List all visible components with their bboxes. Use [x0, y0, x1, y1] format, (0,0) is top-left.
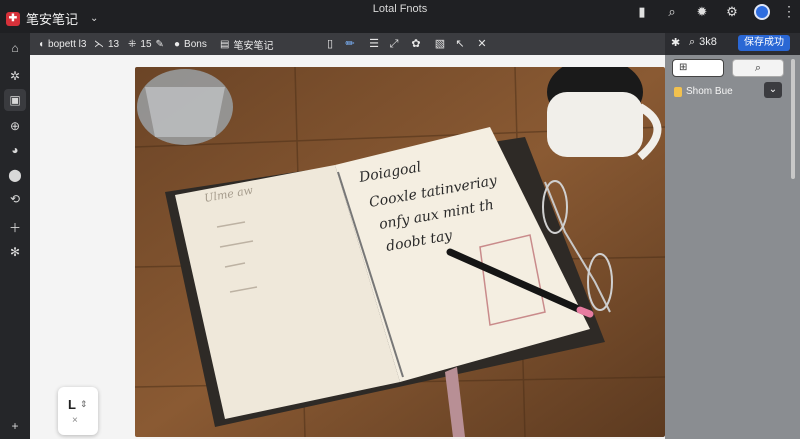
more-menu-icon[interactable]: ⋮: [782, 3, 796, 20]
note-canvas: Doiagoal Cooxle tatinveriay onfy aux min…: [30, 55, 665, 439]
pin-icon[interactable]: ▮: [634, 4, 650, 20]
notebook-icon: ◖: [38, 38, 45, 50]
floating-card-label: L: [68, 397, 76, 412]
avatar[interactable]: [754, 4, 770, 20]
tab-edits[interactable]: ⁜ 15 ✎: [128, 36, 164, 52]
cursor-icon[interactable]: ↖: [452, 36, 468, 52]
tab-links[interactable]: ⋋ 13: [94, 36, 119, 52]
star-icon[interactable]: ✱: [671, 36, 680, 49]
pencil-icon: ✎: [155, 38, 164, 50]
panel-item-label: Shom Bue: [686, 86, 733, 97]
list-icon[interactable]: ☰: [366, 36, 382, 52]
home-icon[interactable]: ⌂: [4, 37, 26, 59]
search-icon[interactable]: ⌕: [664, 4, 680, 20]
tab-notebook-label: bopett l3: [48, 38, 87, 50]
location-icon[interactable]: ⬤: [4, 164, 26, 186]
floating-card-sub: ⇕: [80, 399, 88, 409]
floating-zoom-card[interactable]: L ⇕ ×: [58, 387, 98, 435]
panel-list-item[interactable]: Shom Bue: [674, 86, 733, 97]
add-circle-icon[interactable]: ⊕: [4, 115, 26, 137]
image-icon[interactable]: ▧: [432, 36, 448, 52]
tab-bons-label: Bons: [184, 38, 207, 50]
clipboard-icon[interactable]: ▯: [322, 36, 338, 52]
panel-scrollbar[interactable]: [791, 59, 795, 179]
tab-notes[interactable]: ▤ 笔安笔记: [220, 36, 273, 52]
right-search-label: 3k8: [699, 36, 717, 48]
search-icon: ⌕: [689, 36, 696, 48]
palette-icon[interactable]: ✿: [408, 36, 424, 52]
chevron-down-icon[interactable]: ⌄: [764, 82, 782, 98]
tab-links-count: 13: [108, 38, 120, 50]
close-icon[interactable]: ✕: [474, 36, 490, 52]
panel-search-button[interactable]: ⌕: [732, 59, 784, 77]
right-side-panel: ⊞ ⌕ Shom Bue ⌄: [665, 55, 800, 439]
panel-field[interactable]: ⊞: [672, 59, 724, 77]
branch-icon: ⋋: [94, 38, 104, 50]
settings-icon[interactable]: ✻: [4, 241, 26, 263]
right-toolbar: ✱ ⌕ 3k8 保存成功: [665, 33, 800, 55]
stats-icon[interactable]: ◕: [4, 139, 26, 161]
grid-icon: ⁜: [128, 38, 137, 50]
tab-notes-label: 笔安笔记: [233, 40, 274, 52]
circle-icon: ●: [174, 38, 181, 50]
title-bar: ✚ 笔安笔记 ⌄ Lotal Fnots ▮ ⌕ ✹ ⚙ ⋮: [0, 0, 800, 33]
pen-icon[interactable]: ✏: [342, 36, 358, 52]
note-photo[interactable]: Doiagoal Cooxle tatinveriay onfy aux min…: [135, 67, 665, 437]
search-icon: ⌕: [754, 62, 762, 74]
tab-notebook[interactable]: ◖ bopett l3: [38, 36, 86, 52]
gear-icon[interactable]: ⚙: [724, 4, 740, 20]
left-sidebar: ⌂ ✲ ▣ ⊕ ◕ ⬤ ⟲ ＋ ✻ +: [0, 33, 30, 439]
add-icon[interactable]: ＋: [4, 217, 26, 239]
share-icon[interactable]: ✲: [4, 65, 26, 87]
settings-icon[interactable]: ✹: [694, 4, 710, 20]
bottom-add-button[interactable]: +: [4, 415, 26, 437]
tab-bons[interactable]: ● Bons: [174, 36, 207, 52]
sync-icon[interactable]: ⟲: [4, 188, 26, 210]
document-icon: ▤: [220, 38, 230, 50]
right-search[interactable]: ⌕ 3k8: [689, 36, 717, 49]
notes-icon[interactable]: ▣: [4, 89, 26, 111]
save-status-button[interactable]: 保存成功: [738, 35, 790, 51]
grid-icon: ⊞: [679, 62, 688, 73]
lock-icon: [674, 86, 682, 97]
editor-toolbar: ◖ bopett l3 ⋋ 13 ⁜ 15 ✎ ● Bons ▤ 笔安笔记 ▯ …: [30, 33, 665, 55]
close-icon[interactable]: ×: [72, 415, 78, 426]
tab-edits-count: 15: [140, 38, 152, 50]
expand-icon[interactable]: ⤢: [386, 36, 402, 52]
